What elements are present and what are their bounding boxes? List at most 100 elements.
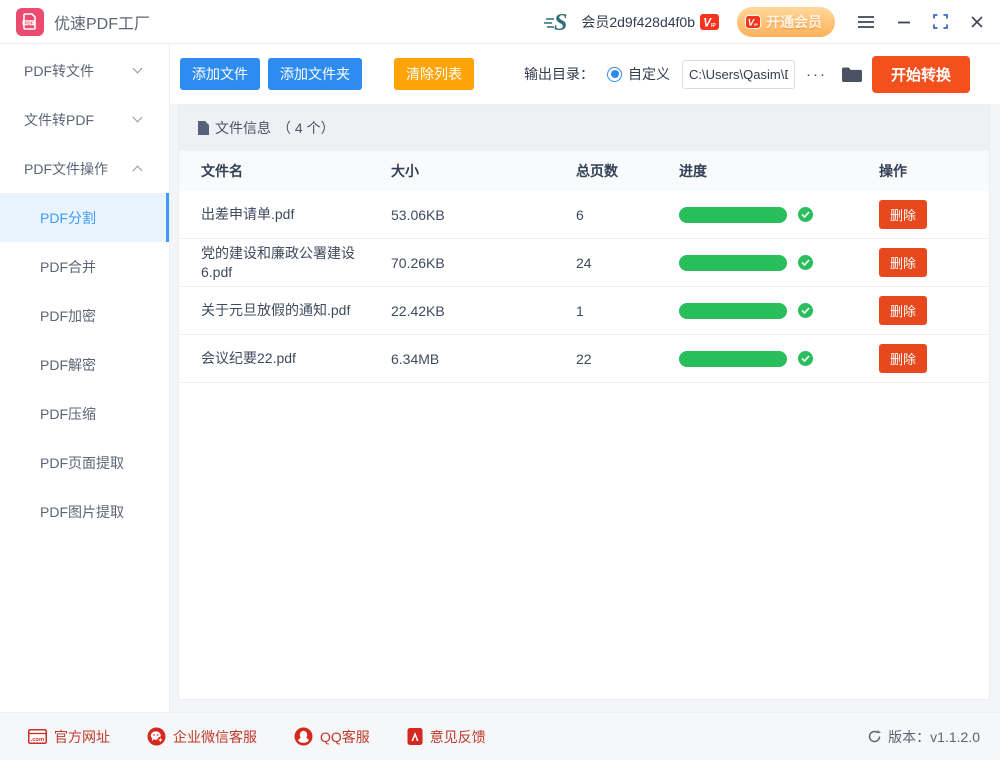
sidebar-item-pdf-encrypt[interactable]: PDF加密 <box>0 291 169 340</box>
footer-link-qq-support[interactable]: QQ客服 <box>294 727 370 747</box>
file-pages: 24 <box>576 255 679 271</box>
sidebar-group-label: PDF转文件 <box>24 61 94 81</box>
sidebar-group-file-to-pdf[interactable]: 文件转PDF <box>0 95 169 144</box>
folder-icon[interactable] <box>841 66 862 83</box>
chevron-up-icon <box>133 166 143 176</box>
file-size: 70.26KB <box>391 255 576 271</box>
vip-icon: VIP <box>745 15 761 29</box>
output-path-input[interactable] <box>682 60 795 89</box>
browse-more-button[interactable]: ··· <box>806 66 827 83</box>
upgrade-label: 开通会员 <box>766 12 822 32</box>
start-convert-button[interactable]: 开始转换 <box>872 56 970 93</box>
custom-output-label[interactable]: 自定义 <box>628 64 670 84</box>
toolbar: 添加文件 添加文件夹 清除列表 输出目录： 自定义 ··· 开始转换 <box>170 44 1000 104</box>
progress-bar <box>679 207 787 223</box>
website-icon: .com <box>28 729 47 744</box>
wechat-icon <box>147 727 166 746</box>
file-name: 会议纪要22.pdf <box>201 349 391 368</box>
sidebar-group-pdf-operations[interactable]: PDF文件操作 <box>0 144 169 193</box>
action-cell: 删除 <box>879 344 973 373</box>
progress-cell <box>679 303 879 319</box>
delete-button[interactable]: 删除 <box>879 344 927 373</box>
check-circle-icon <box>798 207 813 222</box>
sidebar-group-label: PDF文件操作 <box>24 159 108 179</box>
svg-text:.com: .com <box>31 737 45 743</box>
file-panel-header: 文件信息 （ 4 个） <box>179 105 989 151</box>
footer-link-feedback[interactable]: 意见反馈 <box>407 727 486 747</box>
close-icon[interactable] <box>970 15 984 29</box>
footer-link-official-website[interactable]: .com 官方网址 <box>28 727 110 747</box>
progress-bar <box>679 351 787 367</box>
col-size: 大小 <box>391 161 576 181</box>
progress-cell <box>679 207 879 223</box>
member-id[interactable]: 会员2d9f428d4f0b <box>581 12 695 32</box>
add-file-button[interactable]: 添加文件 <box>180 58 260 90</box>
sidebar-group-pdf-to-file[interactable]: PDF转文件 <box>0 46 169 95</box>
footer-link-label: 官方网址 <box>54 727 110 747</box>
table-row: 关于元旦放假的通知.pdf 22.42KB 1 删除 <box>179 287 989 335</box>
file-size: 53.06KB <box>391 207 576 223</box>
file-pages: 22 <box>576 351 679 367</box>
output-dir-label: 输出目录： <box>524 64 594 84</box>
action-cell: 删除 <box>879 248 973 277</box>
delete-button[interactable]: 删除 <box>879 248 927 277</box>
sidebar: PDF转文件 文件转PDF PDF文件操作 PDF分割 PDF合并 PDF加密 … <box>0 44 170 712</box>
sidebar-item-pdf-compress[interactable]: PDF压缩 <box>0 389 169 438</box>
chevron-down-icon <box>133 64 143 74</box>
footer-link-wechat-support[interactable]: 企业微信客服 <box>147 727 257 747</box>
main-area: 添加文件 添加文件夹 清除列表 输出目录： 自定义 ··· 开始转换 <box>170 44 1000 712</box>
app-title: 优速PDF工厂 <box>54 10 150 34</box>
file-pages: 1 <box>576 303 679 319</box>
check-circle-icon <box>798 255 813 270</box>
action-cell: 删除 <box>879 296 973 325</box>
app-window: PDF 优速PDF工厂 S 会员2d9f428d4f0b VIP VIP 开通会… <box>0 0 1000 760</box>
sidebar-item-pdf-page-extract[interactable]: PDF页面提取 <box>0 438 169 487</box>
titlebar-left: PDF 优速PDF工厂 <box>16 8 150 36</box>
titlebar-right: S 会员2d9f428d4f0b VIP VIP 开通会员 <box>543 7 984 37</box>
table-row: 出差申请单.pdf 53.06KB 6 删除 <box>179 191 989 239</box>
svg-text:S: S <box>554 10 567 35</box>
sidebar-group-label: 文件转PDF <box>24 110 94 130</box>
qq-icon <box>294 727 313 746</box>
file-list-card: 文件信息 （ 4 个） 文件名 大小 总页数 进度 操作 出差申请单.pdf 5… <box>178 104 990 700</box>
file-icon <box>197 121 209 135</box>
progress-bar <box>679 255 787 271</box>
add-folder-button[interactable]: 添加文件夹 <box>268 58 362 90</box>
table-row: 会议纪要22.pdf 6.34MB 22 删除 <box>179 335 989 383</box>
check-circle-icon <box>798 351 813 366</box>
chevron-down-icon <box>133 113 143 123</box>
delete-button[interactable]: 删除 <box>879 296 927 325</box>
action-cell: 删除 <box>879 200 973 229</box>
sidebar-item-pdf-image-extract[interactable]: PDF图片提取 <box>0 487 169 536</box>
titlebar: PDF 优速PDF工厂 S 会员2d9f428d4f0b VIP VIP 开通会… <box>0 0 1000 44</box>
vip-badge-icon: VIP <box>700 14 719 30</box>
svg-text:IP: IP <box>754 22 758 27</box>
file-size: 22.42KB <box>391 303 576 319</box>
custom-output-radio[interactable] <box>607 67 622 82</box>
delete-button[interactable]: 删除 <box>879 200 927 229</box>
app-logo-icon: PDF <box>16 8 44 36</box>
clear-list-button[interactable]: 清除列表 <box>394 58 474 90</box>
upgrade-membership-button[interactable]: VIP 开通会员 <box>737 7 835 37</box>
col-pages: 总页数 <box>576 161 679 181</box>
user-avatar-icon[interactable]: S <box>543 9 573 35</box>
maximize-icon[interactable] <box>933 14 948 29</box>
menu-icon[interactable] <box>857 15 875 29</box>
refresh-icon <box>868 730 881 743</box>
sidebar-item-pdf-split[interactable]: PDF分割 <box>0 193 169 242</box>
footer-link-label: 意见反馈 <box>430 727 486 747</box>
sidebar-item-pdf-merge[interactable]: PDF合并 <box>0 242 169 291</box>
col-progress: 进度 <box>679 161 879 181</box>
version-label: 版本：v1.1.2.0 <box>888 727 980 747</box>
table-row: 党的建设和廉政公署建设6.pdf 70.26KB 24 删除 <box>179 239 989 287</box>
minimize-icon[interactable] <box>897 15 911 29</box>
sidebar-item-pdf-decrypt[interactable]: PDF解密 <box>0 340 169 389</box>
file-name: 关于元旦放假的通知.pdf <box>201 301 391 320</box>
col-filename: 文件名 <box>201 161 391 181</box>
footer-link-label: QQ客服 <box>320 727 370 747</box>
file-size: 6.34MB <box>391 351 576 367</box>
progress-cell <box>679 351 879 367</box>
svg-text:PDF: PDF <box>25 20 34 25</box>
col-action: 操作 <box>879 161 973 181</box>
file-pages: 6 <box>576 207 679 223</box>
